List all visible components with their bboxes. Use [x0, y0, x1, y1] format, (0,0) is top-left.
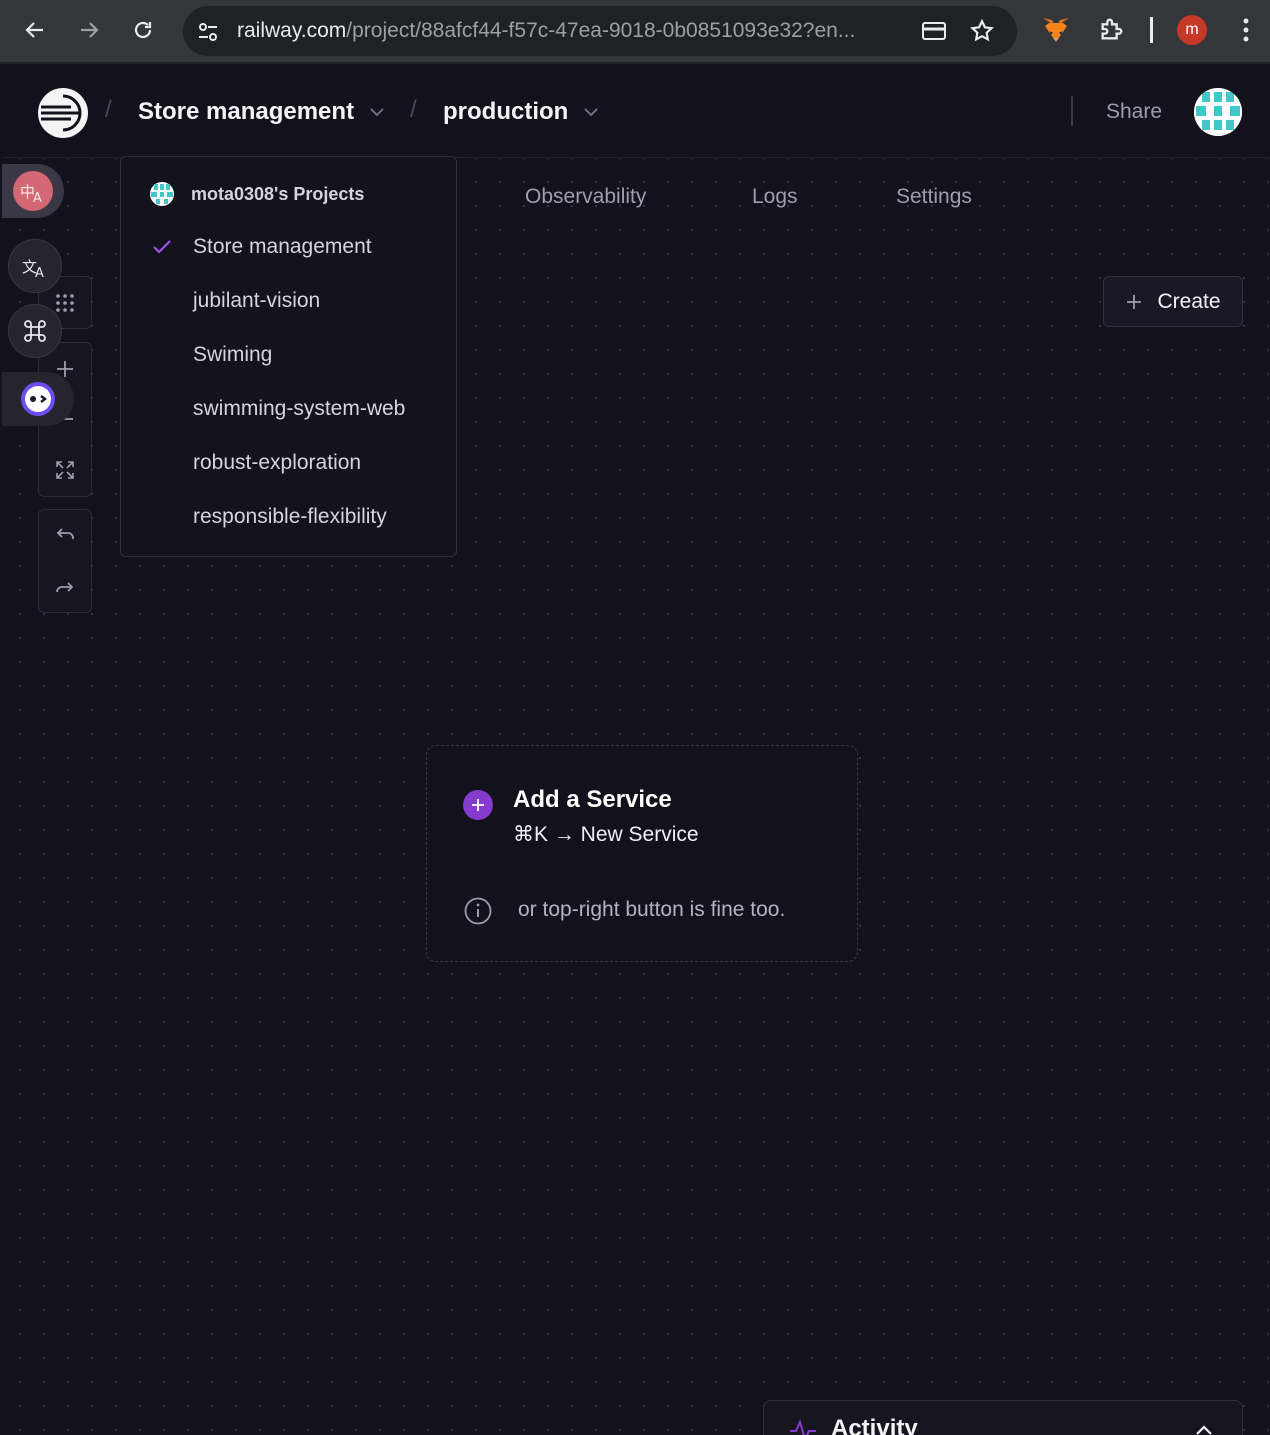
payment-card-icon[interactable]	[921, 20, 947, 42]
app-header: / Store management / production Share	[2, 66, 1270, 158]
command-icon	[24, 320, 46, 342]
browser-toolbar: railway.com/project/88afcf44-f57c-47ea-9…	[0, 0, 1270, 64]
reload-button[interactable]	[127, 14, 159, 46]
redo-icon	[56, 582, 74, 593]
checkmark-icon	[153, 240, 171, 254]
translate-icon: 中A	[20, 183, 42, 205]
project-option-label: responsible-flexibility	[193, 505, 387, 528]
workspace-heading[interactable]: mota0308's Projects	[149, 181, 364, 207]
workspace-name: mota0308's Projects	[191, 183, 365, 204]
project-option-store-management[interactable]: Store management	[121, 223, 456, 271]
create-button-label: Create	[1157, 289, 1221, 313]
canvas-history-tools	[38, 509, 92, 613]
browser-profile-avatar[interactable]: m	[1177, 15, 1207, 45]
project-option-label: Swiming	[193, 343, 273, 366]
railway-logo[interactable]	[38, 88, 88, 138]
tab-settings[interactable]: Settings	[896, 185, 972, 209]
project-option-robust-exploration[interactable]: robust-exploration	[121, 439, 456, 487]
breadcrumb-separator: /	[410, 96, 417, 123]
project-option-swiming[interactable]: Swiming	[121, 331, 456, 379]
environment-selector[interactable]: production	[443, 98, 600, 126]
activity-panel-toggle[interactable]: Activity	[763, 1400, 1243, 1435]
assistant-face-icon	[21, 382, 55, 416]
user-avatar[interactable]	[1194, 88, 1242, 136]
project-selector[interactable]: Store management	[138, 98, 386, 126]
project-option-label: swimming-system-web	[193, 397, 406, 420]
command-tool-bubble[interactable]	[8, 304, 62, 358]
activity-pulse-icon	[790, 1419, 816, 1435]
undo-icon	[56, 528, 74, 539]
bookmark-star-icon[interactable]	[969, 18, 995, 44]
extensions-puzzle-icon[interactable]	[1098, 15, 1126, 43]
arrow-left-icon	[25, 22, 43, 38]
add-service-note: or top-right button is fine too.	[518, 898, 786, 921]
expand-icon	[56, 461, 74, 479]
breadcrumb-separator: /	[105, 96, 112, 123]
reload-icon	[134, 21, 152, 39]
back-button[interactable]	[19, 14, 51, 46]
environment-name: production	[443, 98, 569, 125]
activity-label: Activity	[831, 1415, 918, 1435]
fit-view-button[interactable]	[39, 446, 91, 494]
chevron-down-icon	[584, 108, 599, 117]
add-service-card[interactable]: Add a Service ⌘K → New Service or top-ri…	[426, 745, 858, 962]
share-button[interactable]: Share	[1106, 100, 1162, 124]
chevron-up-icon	[1196, 1425, 1212, 1435]
chevron-down-icon	[370, 108, 384, 117]
railway-logo-icon	[41, 94, 82, 132]
add-service-plus-icon	[463, 790, 493, 820]
project-option-swimming-system-web[interactable]: swimming-system-web	[121, 385, 456, 433]
project-switcher-dropdown: mota0308's Projects Store management jub…	[120, 156, 457, 557]
url-text: railway.com/project/88afcf44-f57c-47ea-9…	[237, 19, 856, 42]
toolbar-separator	[1150, 17, 1153, 43]
site-settings-icon[interactable]	[195, 19, 221, 45]
plus-icon	[472, 799, 484, 811]
address-bar[interactable]: railway.com/project/88afcf44-f57c-47ea-9…	[183, 6, 1017, 56]
workspace-avatar-icon	[150, 182, 174, 206]
forward-button[interactable]	[73, 14, 105, 46]
svg-text:A: A	[35, 266, 44, 280]
translate-tool-bubble[interactable]: 文A	[8, 239, 62, 293]
undo-button[interactable]	[39, 512, 91, 560]
project-option-label: Store management	[193, 235, 372, 258]
project-name: Store management	[138, 98, 355, 125]
browser-menu-icon[interactable]	[1232, 14, 1260, 46]
dots-grid-icon	[56, 294, 74, 312]
header-divider	[1071, 96, 1073, 126]
add-service-title: Add a Service	[513, 786, 672, 813]
project-option-label: jubilant-vision	[193, 289, 321, 312]
tab-logs[interactable]: Logs	[752, 185, 798, 209]
plus-icon	[1127, 294, 1142, 309]
translate-extension-bubble[interactable]: 中A	[2, 164, 64, 218]
project-option-responsible-flexibility[interactable]: responsible-flexibility	[121, 493, 456, 541]
add-service-shortcut: ⌘K → New Service	[513, 823, 699, 846]
identicon-avatar-icon	[1194, 88, 1242, 136]
metamask-fox-icon[interactable]	[1040, 15, 1072, 45]
create-button[interactable]: Create	[1103, 276, 1243, 327]
project-option-label: robust-exploration	[193, 451, 362, 474]
project-canvas[interactable]: / Store management / production Share Ob…	[2, 66, 1270, 1435]
translate-icon: 文A	[22, 258, 44, 280]
project-option-jubilant-vision[interactable]: jubilant-vision	[121, 277, 456, 325]
redo-button[interactable]	[39, 564, 91, 612]
arrow-right-icon	[81, 22, 99, 38]
assistant-extension-bubble[interactable]	[2, 372, 74, 426]
tab-observability[interactable]: Observability	[525, 185, 646, 209]
info-icon	[464, 897, 492, 925]
svg-text:A: A	[33, 191, 42, 205]
